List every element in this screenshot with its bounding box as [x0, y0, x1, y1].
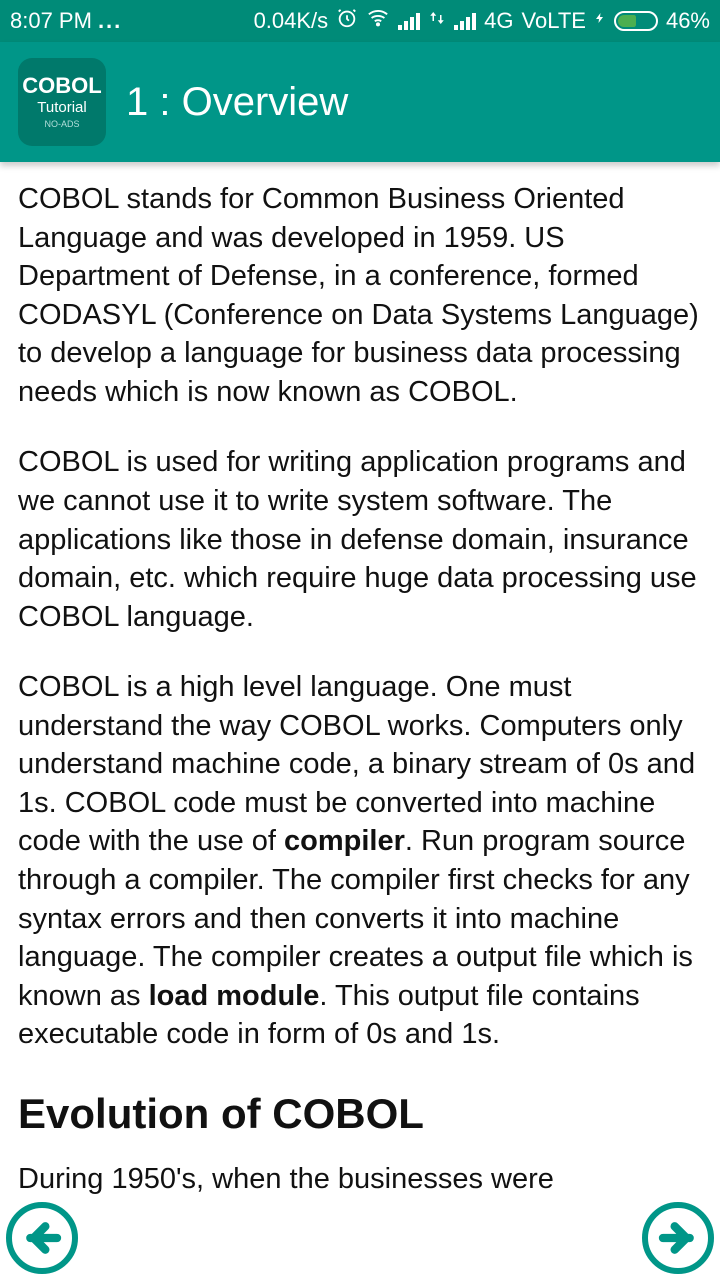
prev-button[interactable]: [6, 1202, 78, 1274]
wifi-icon: [366, 7, 390, 35]
arrow-left-icon: [22, 1218, 62, 1258]
status-battery-pct: 46%: [666, 8, 710, 34]
status-menu-dots: ...: [98, 8, 122, 34]
page-title: 1 : Overview: [126, 80, 348, 125]
status-volte: VoLTE: [522, 8, 586, 34]
app-icon[interactable]: COBOL Tutorial NO-ADS: [18, 58, 106, 146]
next-button[interactable]: [642, 1202, 714, 1274]
status-time: 8:07 PM: [10, 8, 92, 34]
signal-icon-1: [398, 12, 420, 30]
paragraph-4: During 1950's, when the businesses were: [18, 1160, 702, 1199]
app-icon-line1: COBOL: [22, 74, 101, 98]
status-net-speed: 0.04K/s: [254, 8, 329, 34]
status-network-type: 4G: [484, 8, 513, 34]
paragraph-2: COBOL is used for writing application pr…: [18, 443, 702, 636]
app-icon-line3: NO-ADS: [44, 120, 79, 130]
app-bar: COBOL Tutorial NO-ADS 1 : Overview: [0, 42, 720, 162]
charging-icon: [594, 8, 606, 34]
arrow-right-icon: [658, 1218, 698, 1258]
paragraph-1: COBOL stands for Common Business Oriente…: [18, 180, 702, 411]
content-area[interactable]: COBOL stands for Common Business Oriente…: [0, 162, 720, 1280]
app-icon-line2: Tutorial: [37, 100, 86, 117]
alarm-icon: [336, 7, 358, 35]
status-bar: 8:07 PM ... 0.04K/s 4G VoLTE 46%: [0, 0, 720, 42]
battery-icon: [614, 11, 658, 31]
paragraph-3: COBOL is a high level language. One must…: [18, 668, 702, 1054]
signal-icon-2: [454, 12, 476, 30]
data-arrows-icon: [428, 8, 446, 34]
heading-evolution: Evolution of COBOL: [18, 1086, 702, 1142]
